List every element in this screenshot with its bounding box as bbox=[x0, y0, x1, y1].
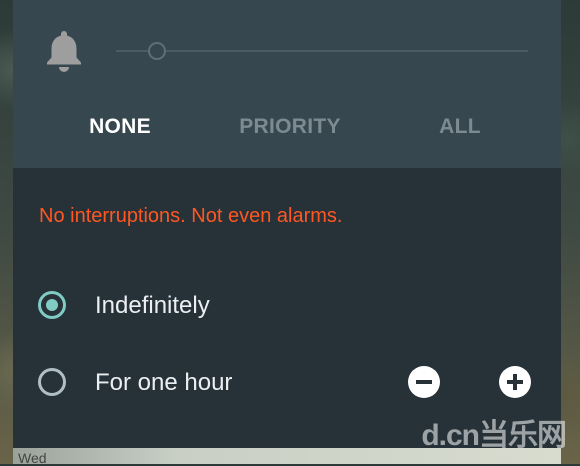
option-indefinitely[interactable]: Indefinitely bbox=[13, 282, 561, 332]
option-label: Indefinitely bbox=[95, 292, 210, 319]
tab-priority[interactable]: PRIORITY bbox=[225, 112, 355, 142]
do-not-disturb-panel: NONE PRIORITY ALL No interruptions. Not … bbox=[13, 0, 561, 452]
volume-slider-thumb[interactable] bbox=[148, 42, 167, 60]
tab-none[interactable]: NONE bbox=[75, 112, 165, 142]
radio-checked-icon[interactable] bbox=[38, 291, 66, 319]
watermark-logo: d.cn当乐网 bbox=[421, 419, 567, 452]
no-interruptions-message: No interruptions. Not even alarms. bbox=[39, 205, 343, 227]
option-label: For one hour bbox=[95, 369, 233, 396]
radio-unchecked-icon[interactable] bbox=[38, 368, 66, 396]
minus-circle-icon[interactable] bbox=[408, 366, 440, 398]
volume-slider-track[interactable] bbox=[116, 50, 528, 52]
plus-circle-icon[interactable] bbox=[499, 366, 531, 398]
panel-header: NONE PRIORITY ALL bbox=[13, 0, 561, 168]
bell-icon bbox=[47, 31, 81, 72]
option-for-one-hour[interactable]: For one hour bbox=[13, 359, 561, 409]
tab-all[interactable]: ALL bbox=[425, 112, 495, 142]
